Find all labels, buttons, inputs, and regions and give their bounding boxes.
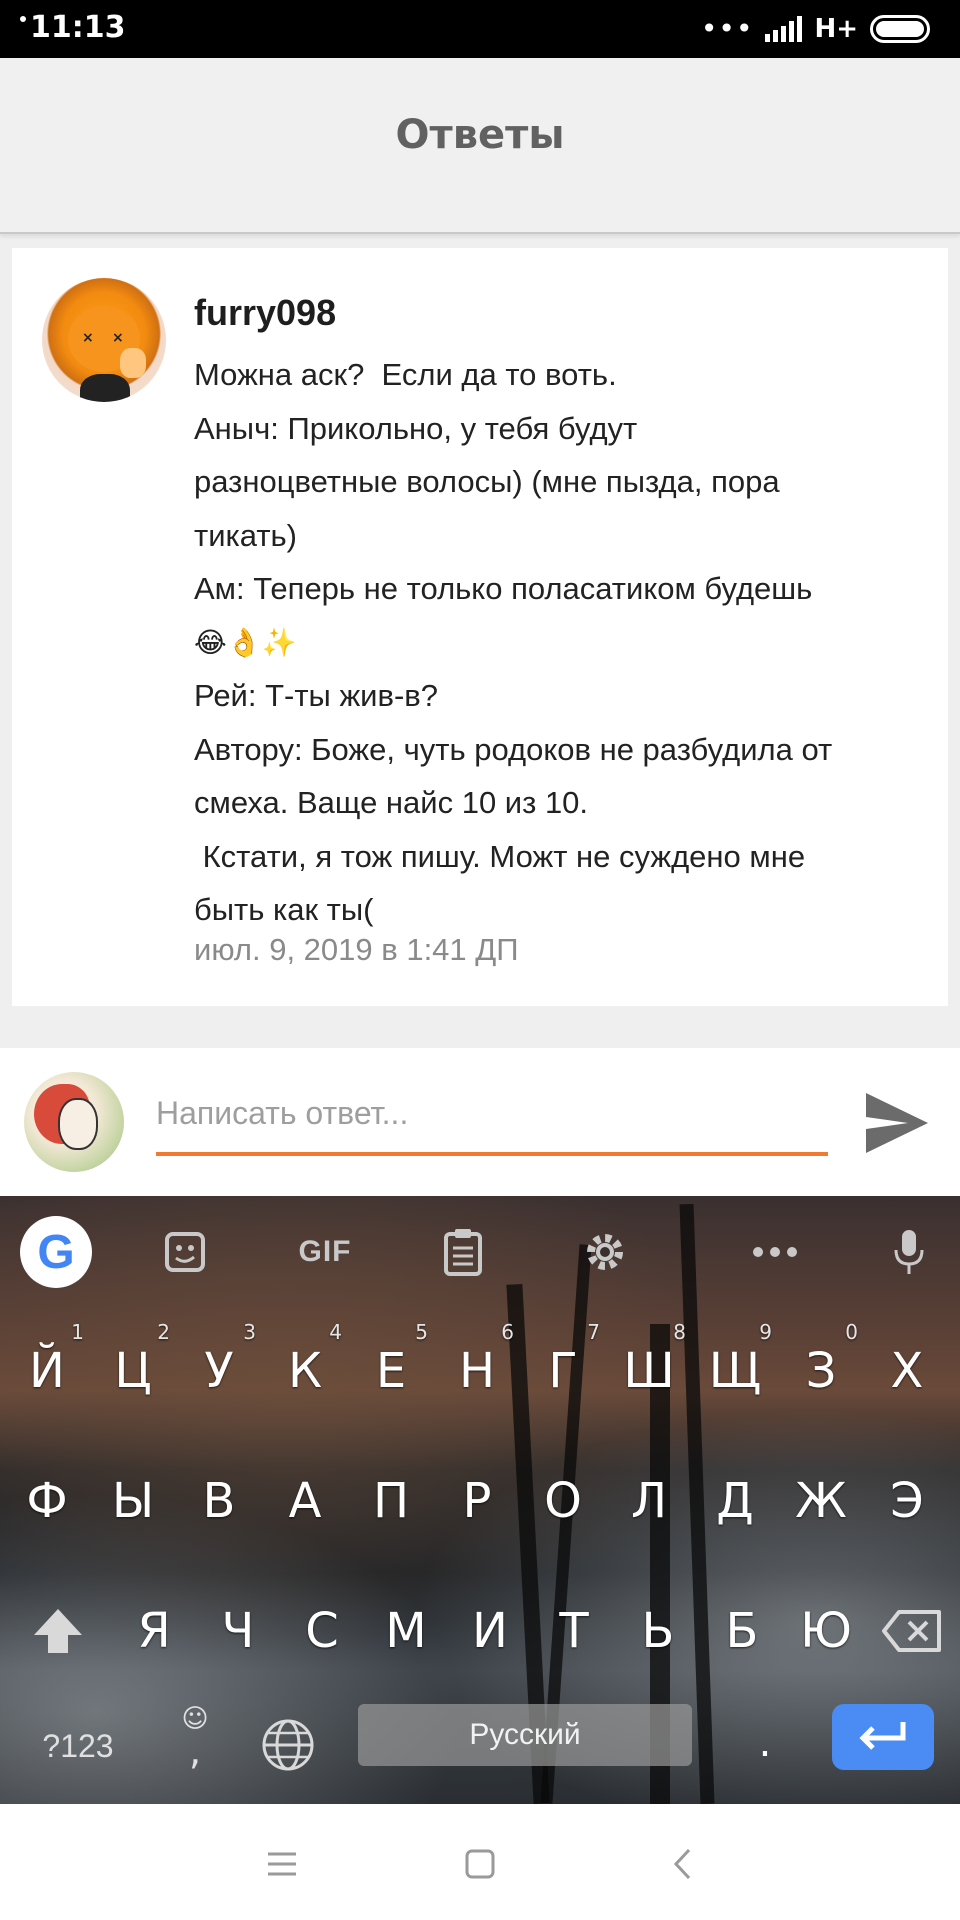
avatar-body (80, 374, 130, 402)
key[interactable]: Я (112, 1566, 196, 1696)
key[interactable]: Щ9 (692, 1306, 778, 1436)
period-key[interactable]: . (740, 1696, 790, 1776)
comment-timestamp: июл. 9, 2019 в 1:41 ДП (194, 932, 519, 967)
key[interactable]: Ш8 (606, 1306, 692, 1436)
key[interactable]: Е5 (348, 1306, 434, 1436)
comma-label: , (188, 1729, 202, 1773)
comment-line: Можна аск? Если да то воть. (194, 357, 617, 392)
avatar-eye: × (112, 330, 124, 346)
comment-text: Можна аск? Если да то воть. Аныч: Прикол… (194, 348, 934, 937)
key[interactable]: Ь (616, 1566, 700, 1696)
more-notifications-icon: ••• (700, 12, 754, 45)
comment-line: разноцветные волосы) (мне пызда, пора (194, 464, 780, 499)
key-row-1: Й1 Ц2 У3 К4 Е5 Н6 Г7 Ш8 Щ9 З0 Х (0, 1306, 960, 1436)
reply-bar (0, 1048, 960, 1196)
current-user-avatar (24, 1072, 124, 1172)
language-key[interactable] (258, 1710, 318, 1780)
google-icon[interactable]: G (20, 1216, 92, 1288)
key[interactable]: З0 (778, 1306, 864, 1436)
backspace-icon (882, 1610, 941, 1652)
shift-key[interactable] (4, 1566, 112, 1696)
key[interactable]: М (364, 1566, 448, 1696)
comment-line: Кстати, я тож пишу. Можт не суждено мне (194, 838, 806, 874)
key[interactable]: Ю (784, 1566, 868, 1696)
send-icon (866, 1093, 928, 1153)
comment-line: смеха. Ваще найс 10 из 10. (194, 785, 589, 820)
app-bar: Ответы (0, 58, 960, 234)
key[interactable]: Ф (4, 1436, 90, 1566)
key-row-3: Я Ч С М И Т Ь Б Ю (0, 1566, 960, 1696)
key[interactable]: Х (864, 1306, 950, 1436)
comment-line: Аныч: Прикольно, у тебя будут (194, 410, 638, 446)
key[interactable]: А (262, 1436, 348, 1566)
key[interactable]: Й1 (4, 1306, 90, 1436)
key[interactable]: Ж (778, 1436, 864, 1566)
key[interactable]: Т (532, 1566, 616, 1696)
settings-icon[interactable] (570, 1216, 640, 1288)
comment-username[interactable]: furry098 (194, 292, 336, 334)
keyboard-toolbar: G GIF (0, 1196, 960, 1306)
comment-line: Автору: Боже, чуть родоков не разбудила … (194, 731, 833, 767)
comment-emoji-line: 😂👌✨ (194, 625, 297, 659)
key[interactable]: Ч (196, 1566, 280, 1696)
key[interactable]: О (520, 1436, 606, 1566)
menu-icon[interactable] (252, 1834, 312, 1894)
comment-card: × × furry098 Можна аск? Если да то воть.… (12, 248, 948, 1006)
mic-icon[interactable] (874, 1216, 944, 1288)
key[interactable]: Л (606, 1436, 692, 1566)
avatar-face (58, 1098, 98, 1150)
shift-icon (34, 1609, 82, 1653)
soft-keyboard: G GIF Й1 Ц2 У3 К4 Е5 Н6 Г7 Ш8 Щ9 З0 Х Ф … (0, 1196, 960, 1804)
comment-line: Рей: Т-ты жив-в? (194, 678, 439, 713)
enter-key[interactable] (832, 1704, 934, 1770)
notification-dot (20, 16, 26, 22)
comment-line: быть как ты( (194, 892, 374, 927)
globe-icon (262, 1719, 314, 1771)
key[interactable]: Ы (90, 1436, 176, 1566)
more-icon[interactable] (740, 1216, 810, 1288)
clipboard-icon[interactable] (428, 1216, 498, 1288)
key[interactable]: Г7 (520, 1306, 606, 1436)
symbols-key[interactable]: ?123 (18, 1708, 138, 1784)
page-title: Ответы (395, 112, 565, 158)
status-indicators: ••• H+ (701, 12, 930, 46)
back-icon[interactable] (652, 1834, 712, 1894)
enter-icon (859, 1722, 906, 1750)
comment-line: Ам: Теперь не только поласатиком будешь (194, 571, 813, 606)
battery-icon (870, 15, 930, 43)
gif-icon[interactable]: GIF (280, 1216, 370, 1288)
status-time: 11:13 (30, 10, 126, 45)
key[interactable]: Б (700, 1566, 784, 1696)
avatar-eye: × (82, 330, 94, 346)
avatar-hand (120, 348, 146, 378)
key[interactable]: Э (864, 1436, 950, 1566)
key[interactable]: И (448, 1566, 532, 1696)
space-key[interactable]: Русский (358, 1704, 692, 1766)
navigation-bar (0, 1804, 960, 1920)
key[interactable]: Р (434, 1436, 520, 1566)
key[interactable]: П (348, 1436, 434, 1566)
signal-icon (765, 16, 803, 42)
send-button[interactable] (862, 1088, 932, 1158)
key-row-bottom: ?123 ☺ , Русский . (0, 1696, 960, 1796)
emoji-comma-key[interactable]: ☺ , (170, 1704, 220, 1784)
home-icon[interactable] (450, 1834, 510, 1894)
status-bar: 11:13 ••• H+ (0, 0, 960, 58)
avatar[interactable]: × × (42, 278, 166, 402)
key[interactable]: В (176, 1436, 262, 1566)
key[interactable]: У3 (176, 1306, 262, 1436)
key[interactable]: Н6 (434, 1306, 520, 1436)
key[interactable]: Ц2 (90, 1306, 176, 1436)
key-row-2: Ф Ы В А П Р О Л Д Ж Э (0, 1436, 960, 1566)
backspace-key[interactable] (868, 1566, 956, 1696)
sticker-icon[interactable] (150, 1216, 220, 1288)
comment-line: тикать) (194, 517, 297, 553)
key[interactable]: С (280, 1566, 364, 1696)
key[interactable]: Д (692, 1436, 778, 1566)
network-type: H+ (814, 14, 858, 44)
key[interactable]: К4 (262, 1306, 348, 1436)
reply-input[interactable] (156, 1074, 828, 1156)
